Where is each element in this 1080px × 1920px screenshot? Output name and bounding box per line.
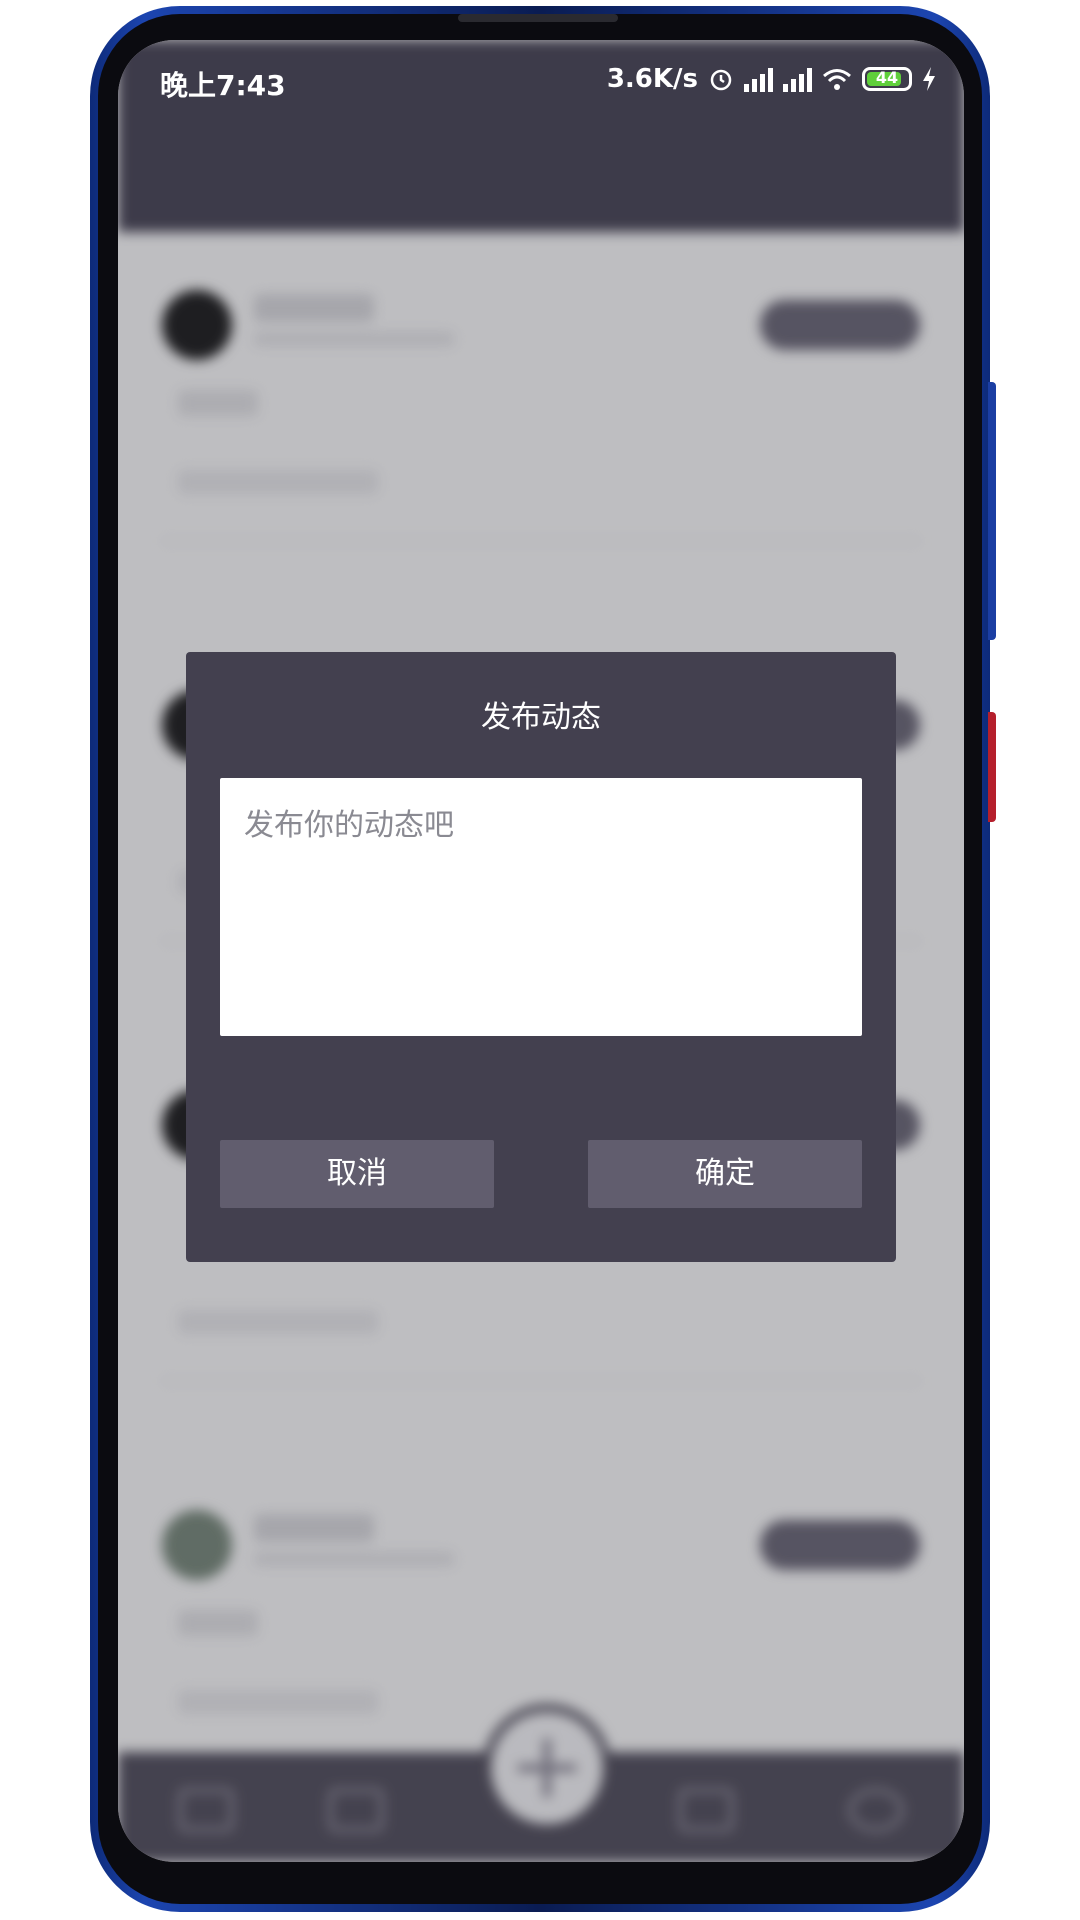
network-speed: 3.6K/s <box>606 64 698 94</box>
alarm-icon <box>710 69 732 91</box>
wifi-icon <box>823 69 851 90</box>
publish-dialog: 发布动态 取消 确定 <box>186 652 896 1262</box>
volume-button <box>988 382 996 640</box>
cancel-button[interactable]: 取消 <box>220 1140 494 1208</box>
hd-signal-icon <box>783 66 812 92</box>
battery-icon: 44 <box>862 67 912 91</box>
status-icons: 3.6K/s 44 <box>607 64 936 94</box>
status-bar: 晚上7:43 3.6K/s 44 <box>118 40 964 120</box>
screen: 晚上7:43 3.6K/s 44 发布动态 取 <box>118 40 964 1862</box>
hd-signal-icon <box>744 66 773 92</box>
status-time: 晚上7:43 <box>160 69 286 102</box>
power-button <box>988 712 996 822</box>
confirm-button[interactable]: 确定 <box>588 1140 862 1208</box>
charging-icon <box>923 67 935 91</box>
earpiece-speaker <box>458 14 618 22</box>
dialog-title: 发布动态 <box>481 700 601 735</box>
battery-level: 44 <box>875 68 899 87</box>
post-content-input[interactable] <box>220 778 862 1036</box>
